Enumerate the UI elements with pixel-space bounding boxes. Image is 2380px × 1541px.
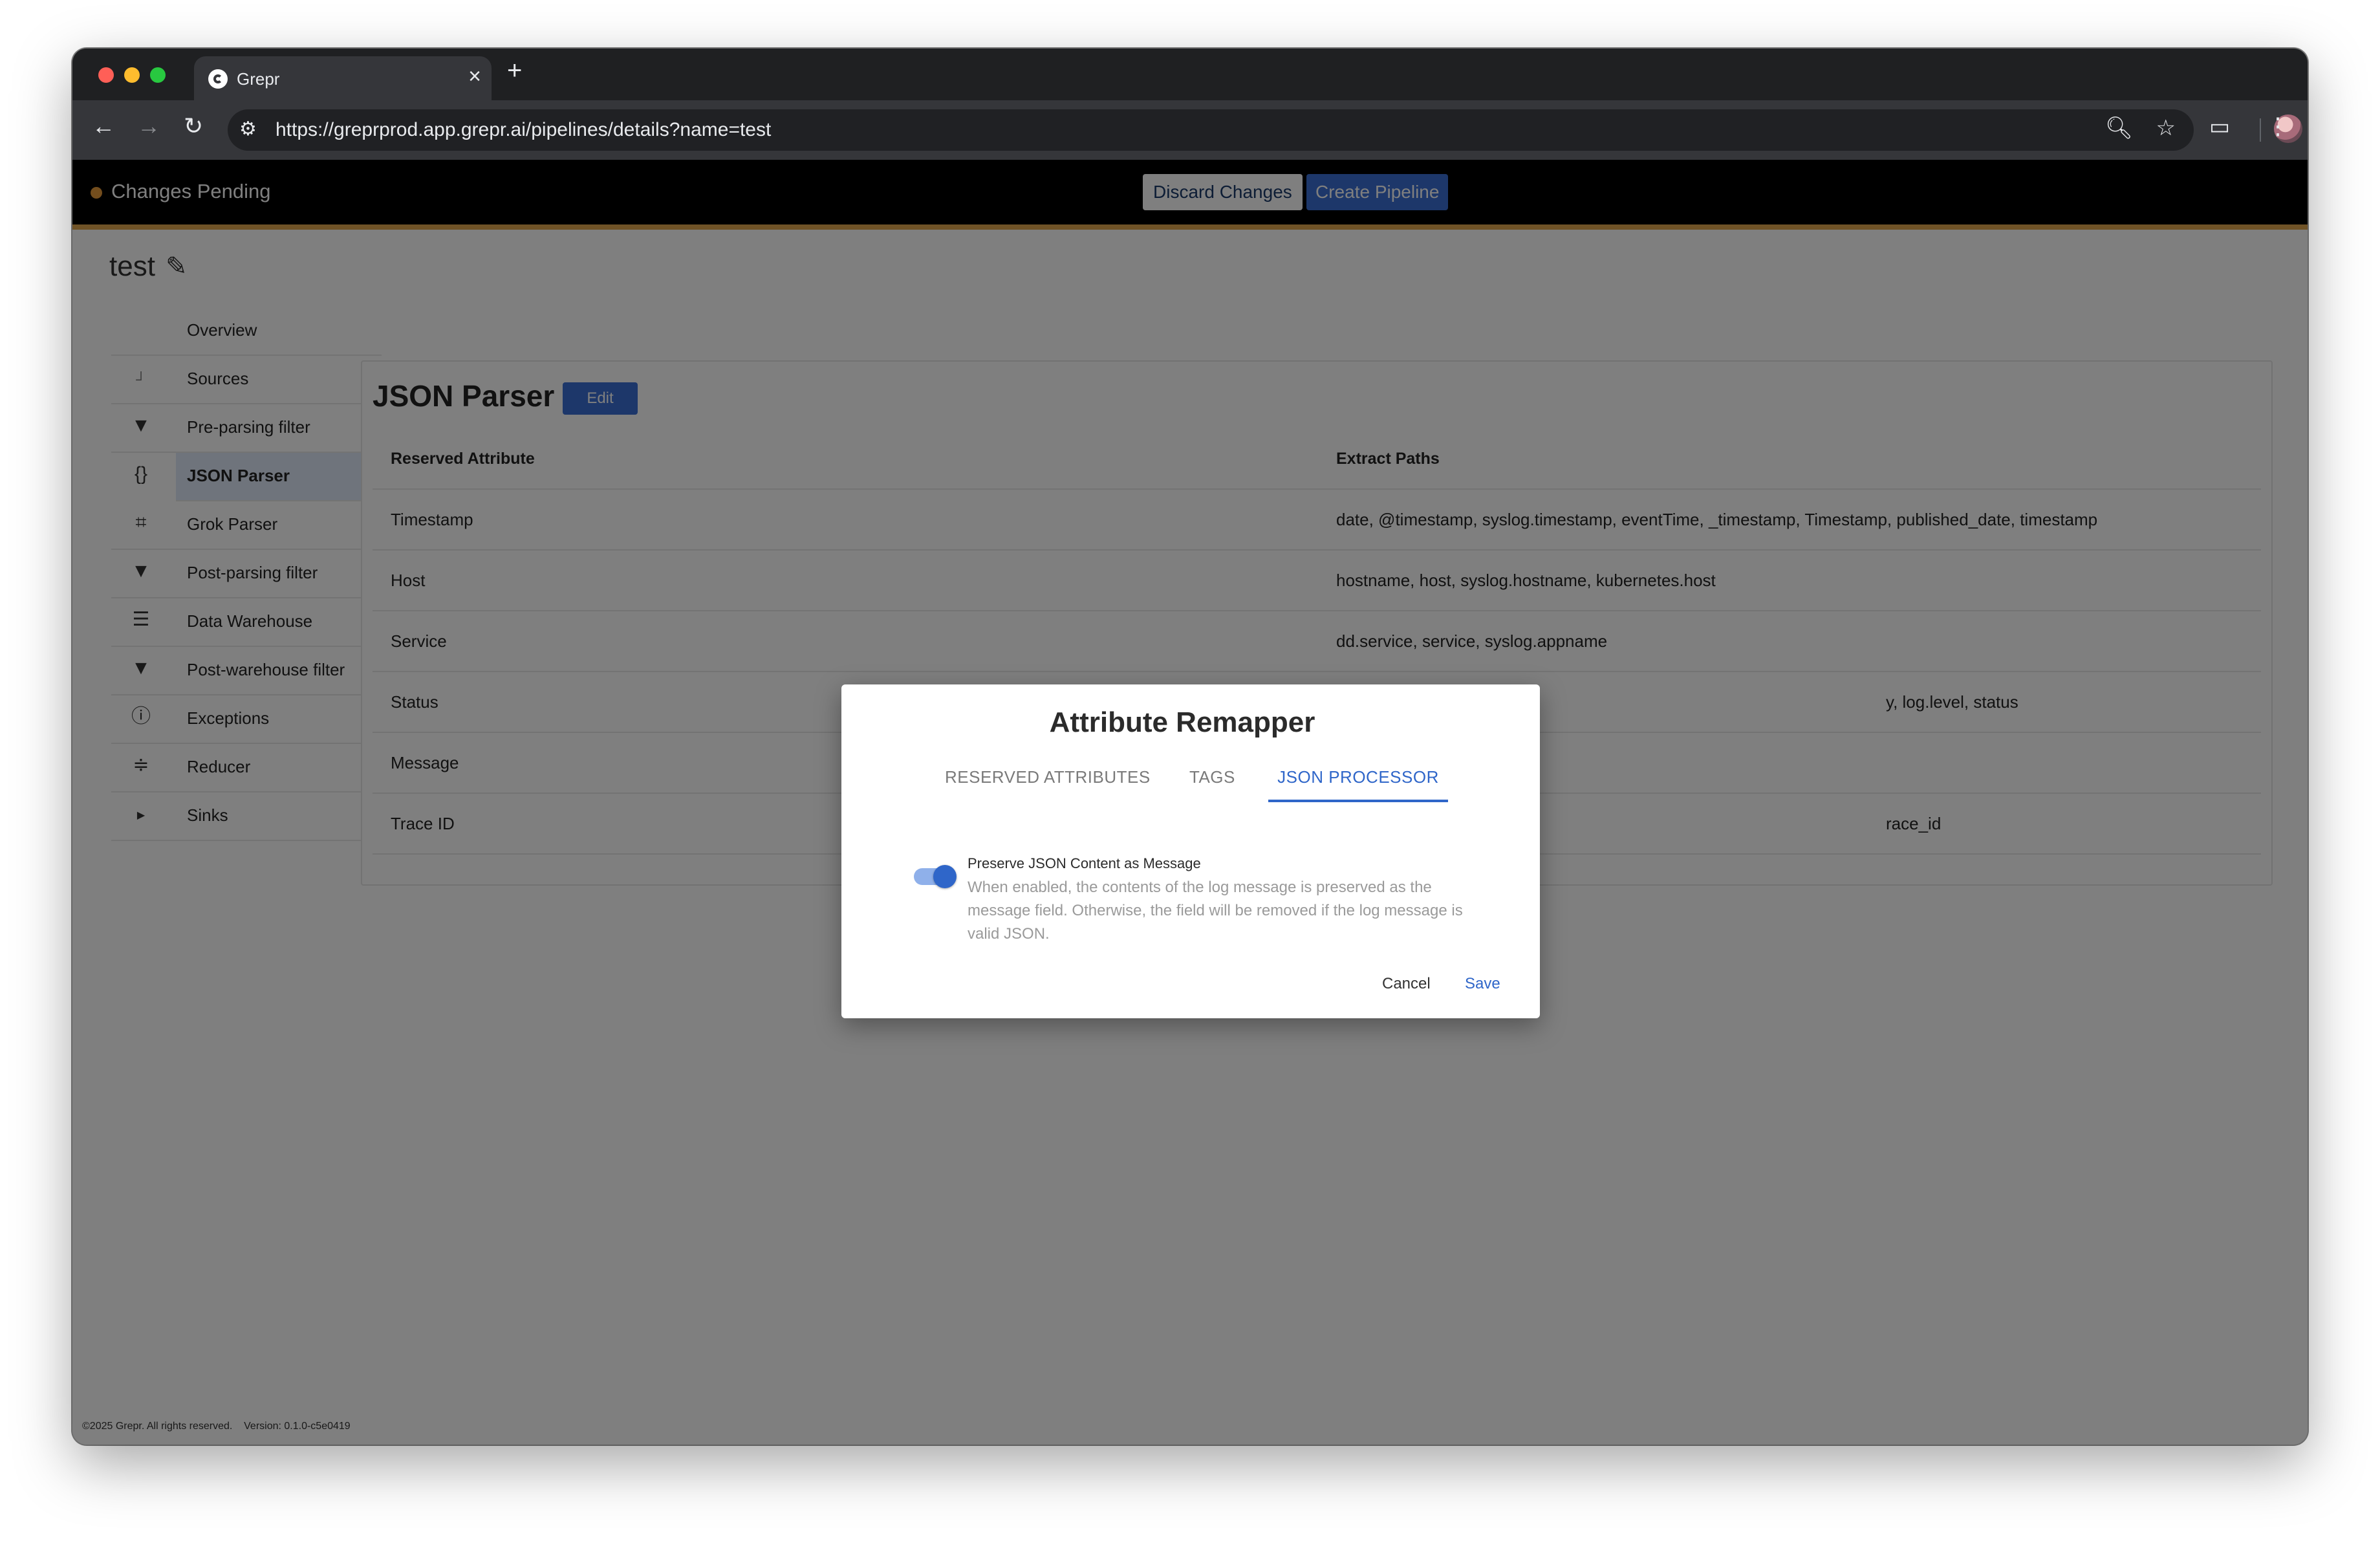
reading-mode-icon[interactable]: ▭ — [2209, 116, 2230, 138]
save-button[interactable]: Save — [1461, 974, 1504, 994]
maximize-window-button[interactable] — [150, 67, 166, 83]
close-window-button[interactable] — [98, 67, 114, 83]
back-arrow-icon[interactable]: ← — [92, 115, 115, 138]
browser-window: Grepr × + ← → ↻ ⚙ https://greprprod.app.… — [72, 49, 2308, 1445]
toolbar-divider — [2260, 118, 2261, 142]
address-bar[interactable]: ⚙ https://greprprod.app.grepr.ai/pipelin… — [228, 109, 2194, 151]
grepr-favicon-icon — [208, 69, 228, 89]
browser-toolbar: ← → ↻ ⚙ https://greprprod.app.grepr.ai/p… — [72, 100, 2308, 160]
browser-titlebar: Grepr × + — [72, 49, 2308, 100]
site-info-icon[interactable]: ⚙ — [239, 120, 257, 139]
toggle-description: When enabled, the contents of the log me… — [968, 879, 1463, 943]
minimize-window-button[interactable] — [124, 67, 140, 83]
tab-reserved-attributes[interactable]: RESERVED ATTRIBUTES — [945, 767, 1151, 787]
zoom-icon[interactable]: 🔍︎ — [2105, 117, 2133, 139]
tab-json-processor[interactable]: JSON PROCESSOR — [1268, 767, 1448, 787]
tab-close-icon[interactable]: × — [468, 65, 481, 87]
chrome-menu-icon[interactable]: ⋮ — [2266, 115, 2289, 138]
tab-tags[interactable]: TAGS — [1189, 767, 1235, 787]
attribute-remapper-dialog: Attribute Remapper RESERVED ATTRIBUTES T… — [841, 684, 1540, 1018]
url-text[interactable]: https://greprprod.app.grepr.ai/pipelines… — [276, 119, 771, 141]
forward-arrow-icon[interactable]: → — [137, 115, 160, 138]
browser-tab[interactable]: Grepr × — [194, 56, 492, 100]
toggle-label: Preserve JSON Content as Message — [968, 855, 1201, 871]
new-tab-icon[interactable]: + — [507, 58, 522, 83]
bookmark-star-icon[interactable]: ☆ — [2156, 117, 2176, 139]
toggle-thumb[interactable] — [933, 865, 957, 888]
tab-title: Grepr — [237, 69, 280, 89]
cancel-button[interactable]: Cancel — [1378, 974, 1434, 994]
reload-icon[interactable]: ↻ — [184, 115, 203, 138]
active-tab-indicator — [1268, 800, 1448, 802]
dialog-title: Attribute Remapper — [1049, 706, 1315, 738]
